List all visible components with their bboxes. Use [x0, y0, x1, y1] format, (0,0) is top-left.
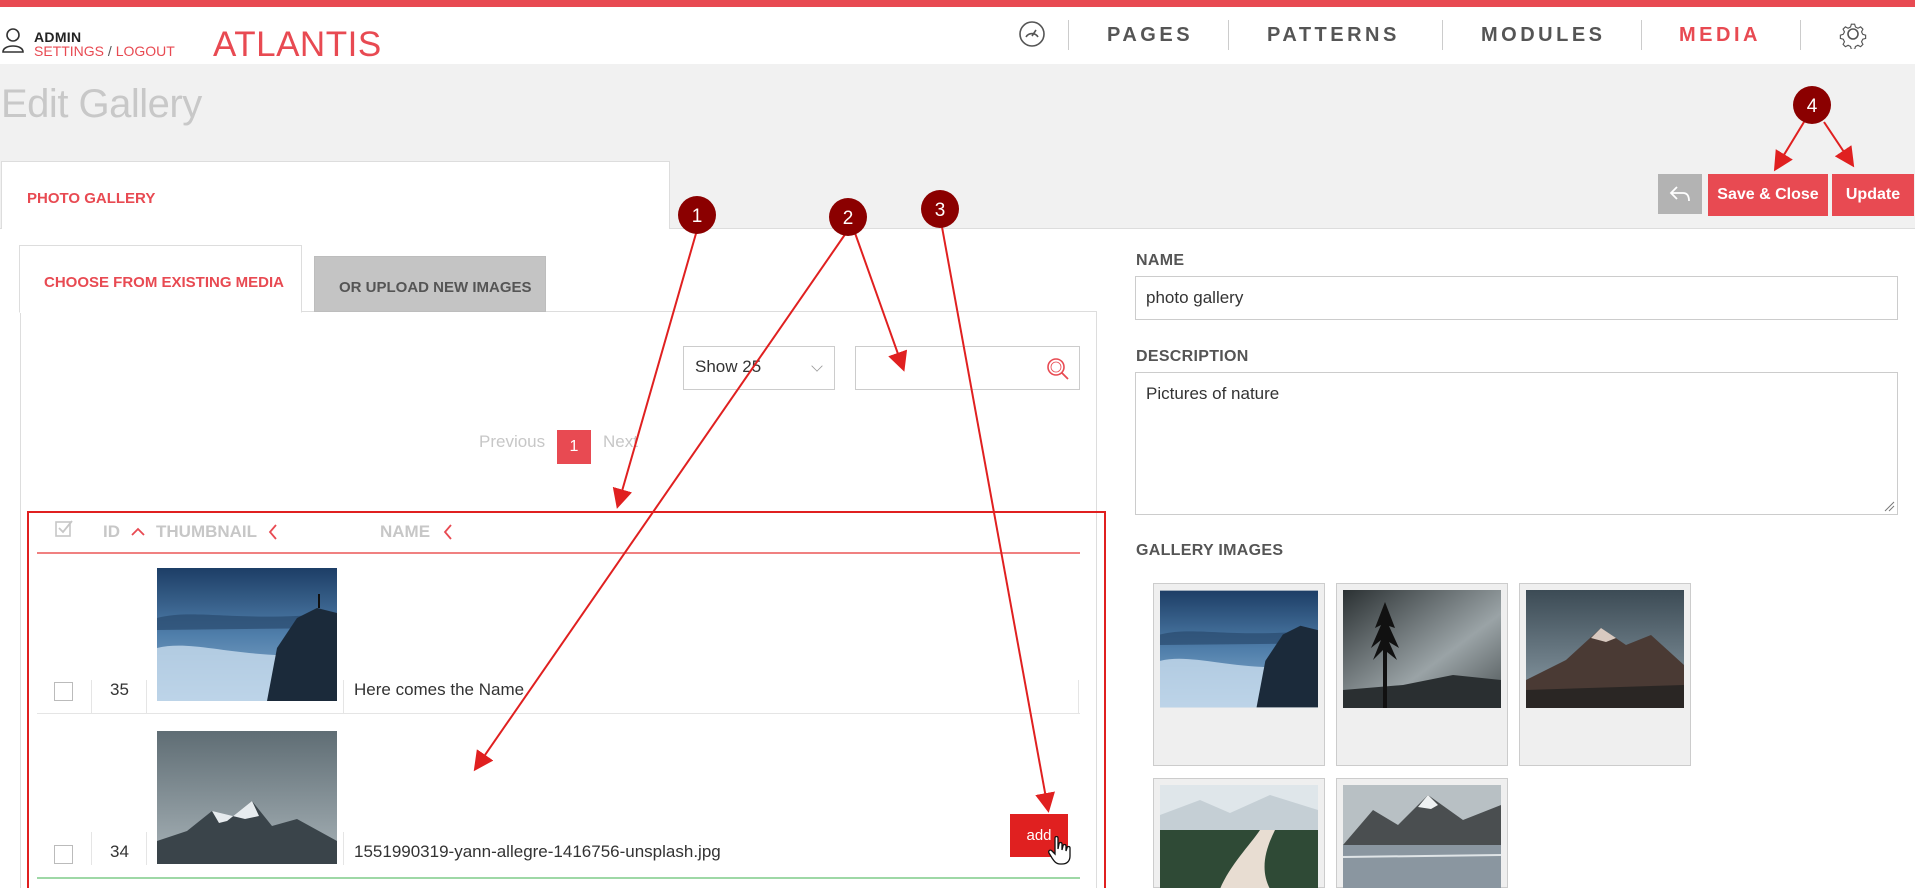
save-close-button[interactable]: Save & Close: [1708, 174, 1828, 216]
back-arrow-icon: [1669, 186, 1690, 202]
description-field[interactable]: Pictures of nature: [1135, 372, 1898, 515]
update-button[interactable]: Update: [1832, 174, 1914, 216]
gallery-image-mountain-sunset: [1526, 590, 1684, 708]
gallery-image-pine-tree: [1343, 590, 1501, 708]
annotation-arrow-4b: [1823, 121, 1855, 168]
page-title: Edit Gallery: [1, 82, 202, 126]
pagination-previous[interactable]: Previous: [479, 432, 545, 452]
pagination-next[interactable]: Next: [603, 432, 638, 452]
nav-pages-label: PAGES: [1107, 24, 1194, 46]
search-icon[interactable]: [1045, 356, 1071, 382]
tab-upload-new[interactable]: OR UPLOAD NEW IMAGES: [314, 256, 546, 312]
media-search-input[interactable]: [855, 346, 1080, 390]
annotation-number: 2: [843, 208, 854, 229]
nav-divider: [1068, 20, 1069, 50]
nav-divider: [1228, 20, 1229, 50]
gallery-image-item[interactable]: [1336, 583, 1508, 766]
annotation-number: 4: [1807, 96, 1818, 117]
nav-divider: [1442, 20, 1443, 50]
user-icon: [2, 28, 24, 53]
gallery-image-item[interactable]: [1519, 583, 1691, 766]
tab-photo-gallery[interactable]: PHOTO GALLERY: [1, 161, 670, 229]
annotation-number: 1: [692, 206, 703, 227]
pagination-current-page[interactable]: 1: [557, 430, 591, 464]
settings-link[interactable]: SETTINGS: [34, 43, 104, 59]
gallery-image-item[interactable]: [1153, 583, 1325, 766]
admin-links: SETTINGS / LOGOUT: [34, 43, 175, 59]
nav-modules-label: MODULES: [1481, 24, 1606, 46]
nav-media-label: MEDIA: [1679, 24, 1761, 46]
gallery-image-mountain-lake: [1343, 785, 1501, 888]
page-size-value: Show 25: [695, 357, 762, 376]
nav-media[interactable]: MEDIA: [1679, 7, 1761, 64]
tab-photo-gallery-label: PHOTO GALLERY: [27, 190, 156, 207]
annotation-marker-4: 4: [1793, 86, 1831, 124]
nav-divider: [1641, 20, 1642, 50]
resize-handle-icon[interactable]: [1883, 500, 1895, 512]
gallery-image-item[interactable]: [1153, 778, 1325, 888]
nav-modules[interactable]: MODULES: [1481, 7, 1606, 64]
top-accent-bar: [0, 0, 1915, 7]
nav-divider: [1800, 20, 1801, 50]
header: ADMIN SETTINGS / LOGOUT ATLANTIS PAGES P…: [0, 7, 1915, 64]
tab-choose-existing-label: CHOOSE FROM EXISTING MEDIA: [44, 274, 285, 291]
brand-logo[interactable]: ATLANTIS: [213, 25, 382, 65]
logout-link[interactable]: LOGOUT: [116, 43, 175, 59]
gallery-image-item[interactable]: [1336, 778, 1508, 888]
media-table-highlight: [27, 511, 1106, 888]
description-label: DESCRIPTION: [1136, 348, 1249, 365]
back-button[interactable]: [1658, 174, 1702, 214]
gear-icon[interactable]: [1838, 19, 1868, 49]
dashboard-gauge-icon[interactable]: [1017, 19, 1047, 49]
description-value: Pictures of nature: [1146, 384, 1280, 403]
name-label: NAME: [1136, 252, 1185, 269]
tab-choose-existing[interactable]: CHOOSE FROM EXISTING MEDIA: [19, 245, 302, 313]
annotation-arrow-4a: [1773, 121, 1805, 172]
annotation-number: 3: [935, 200, 946, 221]
gallery-image-snowy-river: [1160, 785, 1318, 888]
nav-pages[interactable]: PAGES: [1107, 7, 1193, 64]
nav-patterns-label: PATTERNS: [1267, 24, 1400, 46]
page-size-select[interactable]: Show 25: [683, 346, 835, 390]
gallery-image-coastal-rocks: [1160, 590, 1318, 708]
chevron-down-icon: [811, 360, 823, 372]
tab-upload-new-label: OR UPLOAD NEW IMAGES: [339, 279, 532, 296]
link-separator: /: [107, 43, 112, 59]
annotation-marker-3: 3: [921, 190, 959, 228]
gallery-images-label: GALLERY IMAGES: [1136, 542, 1284, 559]
nav-patterns[interactable]: PATTERNS: [1267, 7, 1400, 64]
name-field[interactable]: [1135, 276, 1898, 320]
